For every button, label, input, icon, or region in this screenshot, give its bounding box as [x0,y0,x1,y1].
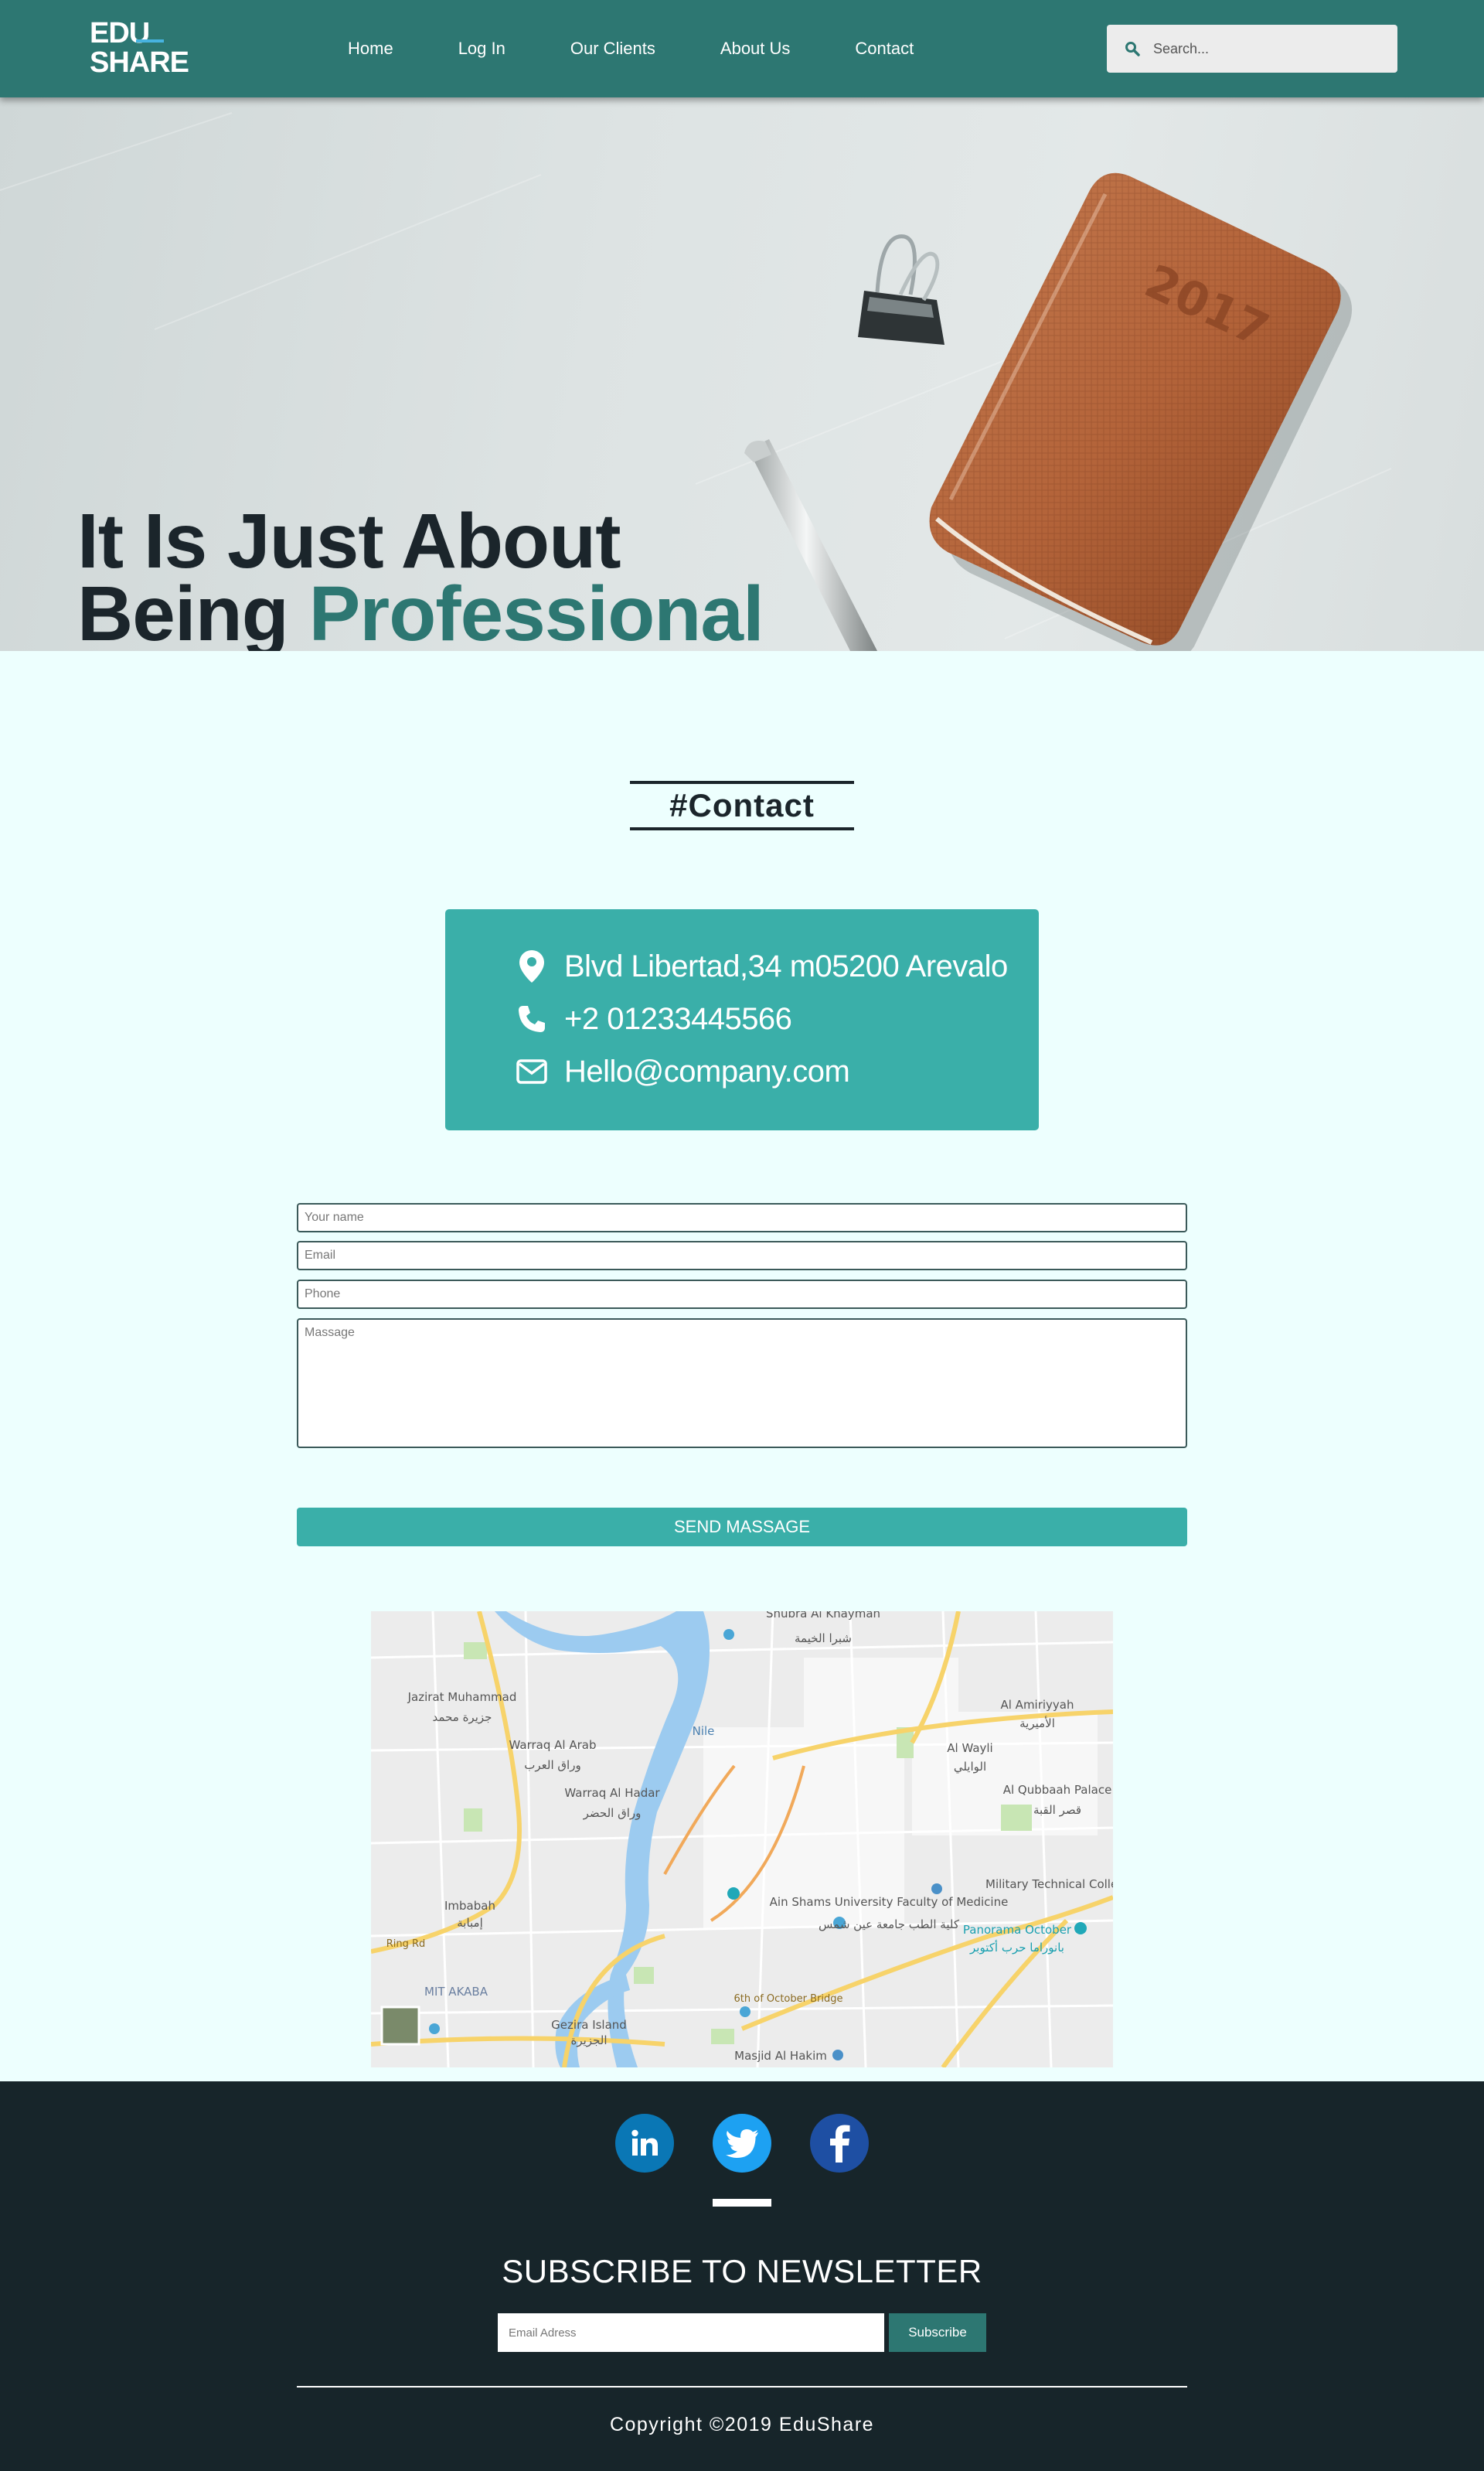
map-label-warraq-arab: Warraq Al Arab [509,1738,597,1752]
nav-login[interactable]: Log In [458,39,505,59]
map-label-jazirat-ar: جزيرة محمد [433,1710,492,1724]
address-row: Blvd Libertad,34 m05200 Arevalo [515,940,1039,993]
map-label-warraq-hadar-ar: وراق الحضر [583,1806,642,1820]
map-label-jazirat: Jazirat Muhammad [407,1690,517,1704]
hero-title-line2-plain: Being [77,571,309,651]
map-label-ainshams: Ain Shams University Faculty of Medicine [770,1895,1009,1909]
hero-title-accent: Professional [308,571,764,651]
send-message-button[interactable]: SEND MASSAGE [297,1508,1187,1546]
map-label-nile: Nile [693,1724,715,1738]
map-label-panorama: Panorama October [963,1923,1072,1937]
map-label-wayli-ar: الوايلي [954,1760,986,1774]
map-label-imbabah: Imbabah [444,1899,495,1913]
nav-home[interactable]: Home [348,39,393,59]
newsletter-title: SUBSCRIBE TO NEWSLETTER [502,2253,982,2289]
map-label-panorama-ar: بانوراما حرب أكتوبر [969,1940,1064,1955]
address-text: Blvd Libertad,34 m05200 Arevalo [564,949,1008,983]
nav-contact[interactable]: Contact [855,39,914,59]
email-text[interactable]: Hello@company.com [564,1055,850,1089]
facebook-icon[interactable] [810,2114,869,2173]
search-box [1107,25,1397,73]
map-marker-icon [515,950,549,983]
footer: SUBSCRIBE TO NEWSLETTER Subscribe Copyri… [0,2081,1484,2471]
linkedin-icon[interactable] [615,2114,674,2173]
map-embed[interactable]: Shubra Al Khaymah شبرا الخيمة Jazirat Mu… [371,1611,1113,2067]
footer-separator [297,2386,1187,2387]
map-label-masjid: Masjid Al Hakim [734,2049,827,2063]
email-row: Hello@company.com [515,1045,1039,1098]
phone-text: +2 01233445566 [564,1001,792,1036]
map-label-amiriyyah-ar: الأميرية [1019,1716,1055,1730]
map-label-october-bridge: 6th of October Bridge [734,1993,843,2005]
map-label-imbabah-ar: إمبابة [457,1916,483,1930]
search-icon[interactable] [1124,40,1141,57]
map-label-ainshams-ar: كلية الطب جامعة عين شمس [819,1917,960,1931]
nav-about-us[interactable]: About Us [720,39,791,59]
map-label-qubbah: Al Qubbaah Palace [1003,1783,1112,1797]
map-label-gezira-ar: الجزيرة [570,2033,607,2047]
logo-line2: SHARE [90,46,189,79]
search-input[interactable] [1152,39,1387,58]
copyright-text: Copyright ©2019 EduShare [609,2414,875,2435]
map-label-ring-rd: Ring Rd [386,1938,426,1950]
contact-info-box: Blvd Libertad,34 m05200 Arevalo +2 01233… [445,909,1039,1130]
envelope-icon [515,1059,549,1084]
map-label-warraq-hadar: Warraq Al Hadar [564,1786,660,1800]
map-label-military: Military Technical College [985,1877,1113,1891]
hero-banner: 2017 It Is Just About Being Professional [0,97,1484,651]
logo[interactable]: EDU SHARE [90,17,189,79]
email-input[interactable] [297,1241,1187,1270]
map-label-qubbah-ar: قصر القبة [1033,1803,1081,1817]
map-label-shubra: Shubra Al Khaymah [766,1611,880,1621]
twitter-icon[interactable] [713,2114,771,2173]
footer-divider-bar [713,2199,771,2207]
main-nav: Home Log In Our Clients About Us Contact [348,0,979,97]
name-input[interactable] [297,1203,1187,1232]
message-textarea[interactable] [297,1318,1187,1448]
newsletter-email-input[interactable] [498,2313,884,2352]
map-label-shubra-ar: شبرا الخيمة [795,1631,852,1645]
phone-input[interactable] [297,1280,1187,1309]
map-label-mitakaba: MIT AKABA [424,1985,488,1999]
phone-row: +2 01233445566 [515,993,1039,1045]
logo-dash [136,39,164,43]
map-label-warraq-arab-ar: وراق العرب [524,1758,580,1772]
contact-heading: #Contact [630,781,854,830]
map-label-wayli: Al Wayli [947,1741,992,1755]
subscribe-button[interactable]: Subscribe [889,2313,986,2352]
map-label-amiriyyah: Al Amiriyyah [1000,1698,1074,1712]
navbar: EDU SHARE Home Log In Our Clients About … [0,0,1484,97]
map-label-gezira: Gezira Island [551,2018,627,2032]
nav-our-clients[interactable]: Our Clients [570,39,655,59]
logo-line1: EDU [90,17,150,49]
phone-icon [515,1004,549,1034]
hero-title: It Is Just About Being Professional [77,503,764,651]
